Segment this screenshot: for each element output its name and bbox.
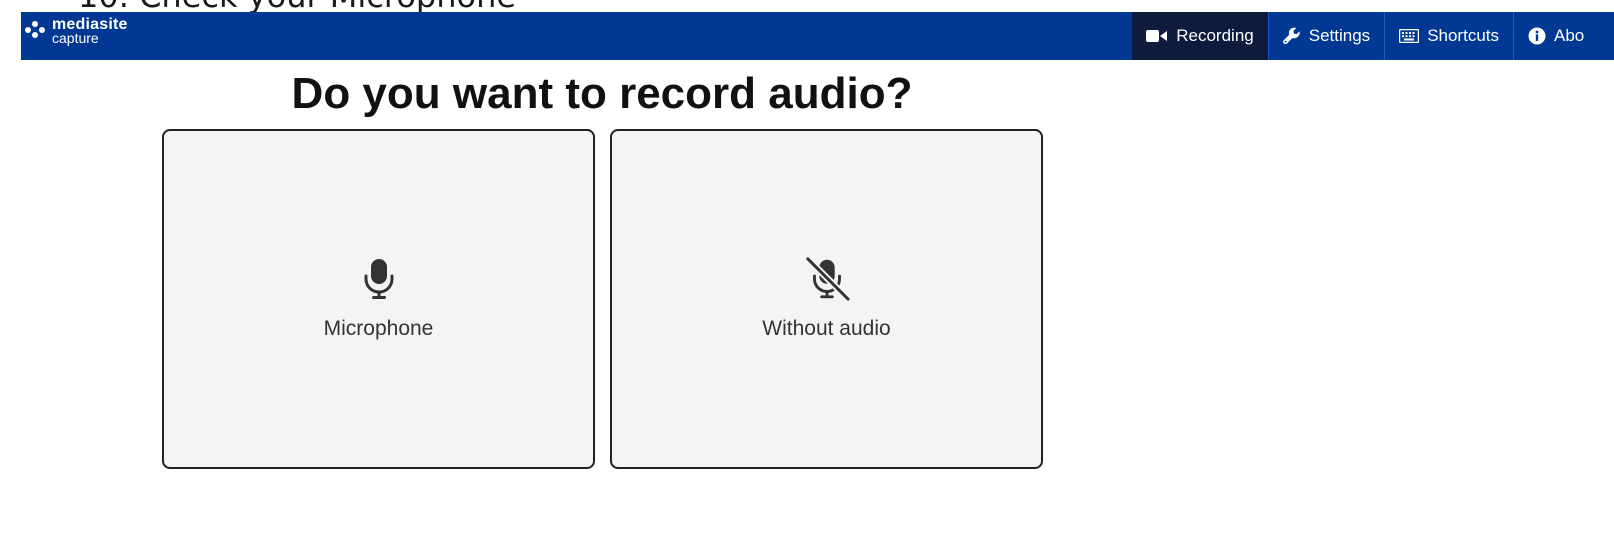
overlay-heading: 10. Check your Microphone <box>78 0 516 12</box>
info-circle-icon <box>1528 27 1546 45</box>
without-audio-option-label: Without audio <box>762 317 891 340</box>
video-camera-icon <box>1146 29 1168 43</box>
nav-shortcuts[interactable]: Shortcuts <box>1384 12 1513 60</box>
nav-settings-label: Settings <box>1308 26 1371 45</box>
nav-shortcuts-label: Shortcuts <box>1427 26 1499 45</box>
microphone-icon <box>354 254 404 304</box>
page-title: Do you want to record audio? <box>291 69 913 118</box>
nav-recording[interactable]: Recording <box>1132 12 1268 60</box>
keyboard-icon <box>1399 29 1420 43</box>
wrench-icon <box>1282 27 1301 45</box>
without-audio-option-button[interactable]: Without audio <box>610 129 1043 469</box>
nav-about[interactable]: Abo <box>1513 12 1614 60</box>
nav-recording-label: Recording <box>1176 26 1254 45</box>
brand-sub: capture <box>52 30 99 46</box>
mediasite-logo-icon <box>25 21 45 38</box>
microphone-option-button[interactable]: Microphone <box>162 129 595 469</box>
microphone-slash-icon <box>802 254 852 304</box>
brand-text: mediasite capture <box>52 17 128 46</box>
nav-settings[interactable]: Settings <box>1267 12 1384 60</box>
top-nav: Recording Settings Shortcuts Abo <box>1132 12 1614 60</box>
top-bar: mediasite capture Recording Settings Sho… <box>21 12 1614 60</box>
nav-about-label: Abo <box>1554 26 1585 45</box>
microphone-option-label: Microphone <box>323 317 434 340</box>
